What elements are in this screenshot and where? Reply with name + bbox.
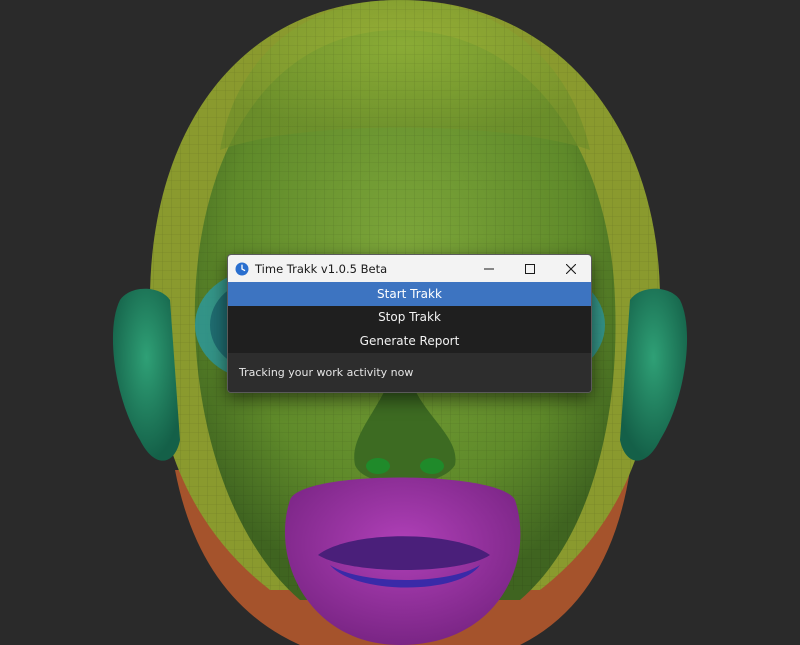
start-trakk-button[interactable]: Start Trakk	[228, 282, 591, 306]
clock-icon	[235, 262, 249, 276]
close-button[interactable]	[550, 255, 591, 282]
status-message: Tracking your work activity now	[228, 352, 591, 392]
action-menu: Start Trakk Stop Trakk Generate Report	[228, 282, 591, 353]
minimize-button[interactable]	[468, 255, 509, 282]
generate-report-button[interactable]: Generate Report	[228, 329, 591, 353]
minimize-icon	[483, 259, 494, 278]
maximize-button[interactable]	[509, 255, 550, 282]
stop-trakk-button[interactable]: Stop Trakk	[228, 305, 591, 329]
close-icon	[565, 259, 576, 278]
window-title: Time Trakk v1.0.5 Beta	[255, 261, 388, 276]
caption-buttons	[468, 255, 591, 282]
maximize-icon	[524, 259, 535, 278]
title-bar[interactable]: Time Trakk v1.0.5 Beta	[228, 255, 591, 282]
time-trakk-window: Time Trakk v1.0.5 Beta Start Trakk Stop …	[227, 254, 592, 393]
